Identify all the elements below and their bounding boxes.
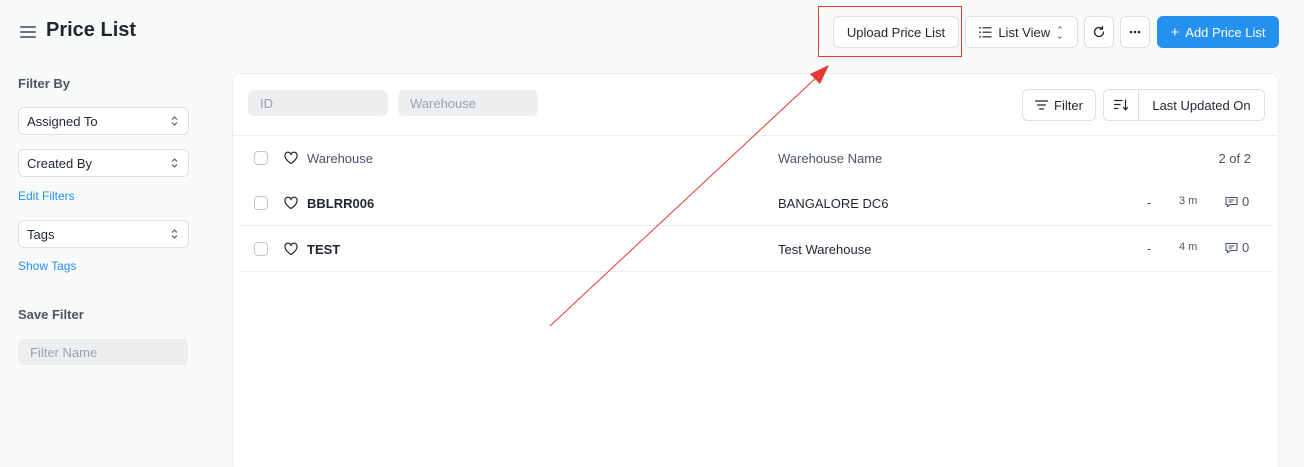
filter-by-heading: Filter By [18,76,71,91]
modified-by-cell: - [1147,195,1152,210]
comment-icon [1225,196,1238,207]
list-icon [979,26,992,37]
record-count: 2 of 2 [1218,151,1251,166]
assigned-to-select[interactable]: Assigned To [18,107,189,135]
filter-icon [1035,100,1049,110]
more-icon [1129,30,1141,34]
plus-icon: + [1170,23,1180,41]
more-actions-button[interactable] [1120,16,1150,48]
comment-count-value: 0 [1242,194,1250,209]
save-filter-heading: Save Filter [18,307,84,322]
table-row[interactable]: BBLRR006 BANGALORE DC6 - 3 m 0 [239,181,1273,226]
sort-by-label: Last Updated On [1152,97,1251,113]
comment-count[interactable]: 0 [1225,240,1249,255]
list-view-button[interactable]: List View ⌃ ⌃ [965,16,1078,48]
list-panel: Filter Last Updated On Warehouse Warehou… [232,73,1279,467]
id-filter-input[interactable] [248,90,388,116]
chevron-updown-icon: ⌃ ⌃ [1056,24,1064,40]
modified-time-cell: 4 m [1179,241,1198,253]
heart-icon[interactable] [283,241,299,257]
edit-filters-link[interactable]: Edit Filters [18,189,75,203]
created-by-label: Created By [27,155,93,171]
select-all-checkbox[interactable] [254,151,268,165]
filter-label: Filter [1054,97,1083,113]
sort-by-button[interactable]: Last Updated On [1139,90,1264,120]
sort-direction-button[interactable] [1104,90,1139,120]
row-title-link[interactable]: TEST [307,242,340,257]
comment-icon [1225,242,1238,253]
comment-count-value: 0 [1242,240,1250,255]
assigned-to-label: Assigned To [27,113,98,129]
comment-count[interactable]: 0 [1225,194,1249,209]
tags-label: Tags [27,226,55,242]
modified-time-cell: 3 m [1179,195,1198,207]
row-title-link[interactable]: BBLRR006 [307,196,374,211]
heart-icon[interactable] [283,150,299,166]
sort-control: Last Updated On [1103,89,1265,121]
warehouse-name-cell: BANGALORE DC6 [778,196,889,211]
chevron-updown-icon [171,116,178,126]
chevron-updown-icon [171,229,178,239]
filter-button[interactable]: Filter [1022,89,1096,121]
table-row[interactable]: TEST Test Warehouse - 4 m 0 [239,227,1273,272]
row-checkbox[interactable] [254,242,268,256]
show-tags-link[interactable]: Show Tags [18,259,76,273]
annotation-highlight-box [818,6,962,57]
refresh-button[interactable] [1084,16,1114,48]
refresh-icon [1093,25,1105,38]
sort-icon [1113,99,1128,111]
column-header-warehouse-name: Warehouse Name [778,151,883,166]
sidebar-toggle-icon[interactable] [20,26,36,38]
tags-select[interactable]: Tags [18,220,189,248]
chevron-updown-icon [171,158,178,168]
heart-icon[interactable] [283,195,299,211]
created-by-select[interactable]: Created By [18,149,189,177]
table-header: Warehouse Warehouse Name 2 of 2 [239,136,1273,181]
list-view-label: List View [998,24,1051,40]
filter-name-input[interactable] [18,339,188,365]
warehouse-filter-input[interactable] [398,90,538,116]
page-title: Price List [46,19,137,41]
row-checkbox[interactable] [254,196,268,210]
add-price-list-button[interactable]: + Add Price List [1157,16,1279,48]
column-header-warehouse: Warehouse [307,151,373,166]
add-price-list-label: Add Price List [1185,24,1266,40]
warehouse-name-cell: Test Warehouse [778,242,872,257]
modified-by-cell: - [1147,241,1152,256]
